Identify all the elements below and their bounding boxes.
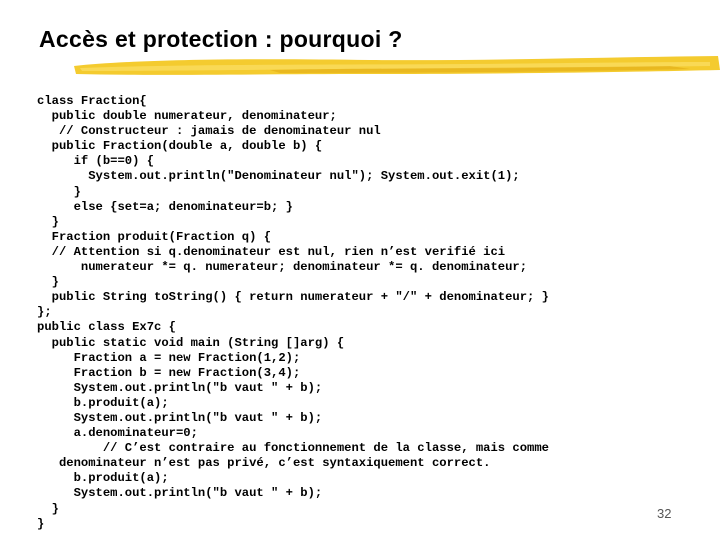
code-line: public Fraction(double a, double b) { [37, 139, 323, 154]
code-line: } [37, 214, 59, 229]
code-line: // C’est contraire au fonctionnement de … [37, 441, 549, 456]
code-line: } [37, 501, 59, 516]
code-line: Fraction a = new Fraction(1,2); [37, 350, 301, 365]
code-line: public class Ex7c { [37, 320, 176, 335]
code-line: public double numerateur, denominateur; [37, 109, 337, 124]
code-line: denominateur n’est pas privé, c’est synt… [37, 456, 491, 471]
code-line: if (b==0) { [37, 154, 155, 169]
code-line: numerateur *= q. numerateur; denominateu… [37, 260, 528, 275]
code-line: b.produit(a); [37, 471, 169, 486]
page-number: 32 [657, 506, 672, 521]
code-line: public String toString() { return numera… [37, 290, 549, 305]
code-line: else {set=a; denominateur=b; } [37, 199, 293, 214]
code-line: Fraction b = new Fraction(3,4); [37, 365, 301, 380]
title-underline-brush-stroke [74, 56, 720, 75]
code-line: // Constructeur : jamais de denominateur… [37, 124, 381, 139]
code-line: } [37, 516, 45, 531]
code-line: a.denominateur=0; [37, 426, 198, 441]
code-line: class Fraction{ [37, 94, 147, 108]
code-line: } [37, 275, 59, 290]
code-line: System.out.println("Denominateur nul"); … [37, 169, 520, 184]
code-line: System.out.println("b vaut " + b); [37, 380, 323, 395]
code-line: b.produit(a); [37, 395, 169, 410]
code-line: public static void main (String []arg) { [37, 335, 345, 350]
java-code-block: class Fraction{ public double numerateur… [37, 94, 549, 532]
code-line: // Attention si q.denominateur est nul, … [37, 244, 506, 259]
code-line: Fraction produit(Fraction q) { [37, 229, 272, 244]
code-line: }; [37, 305, 52, 320]
code-line: } [37, 184, 81, 199]
code-line: System.out.println("b vaut " + b); [37, 486, 323, 501]
code-line: System.out.println("b vaut " + b); [37, 410, 323, 425]
slide-title: Accès et protection : pourquoi ? [39, 26, 403, 52]
